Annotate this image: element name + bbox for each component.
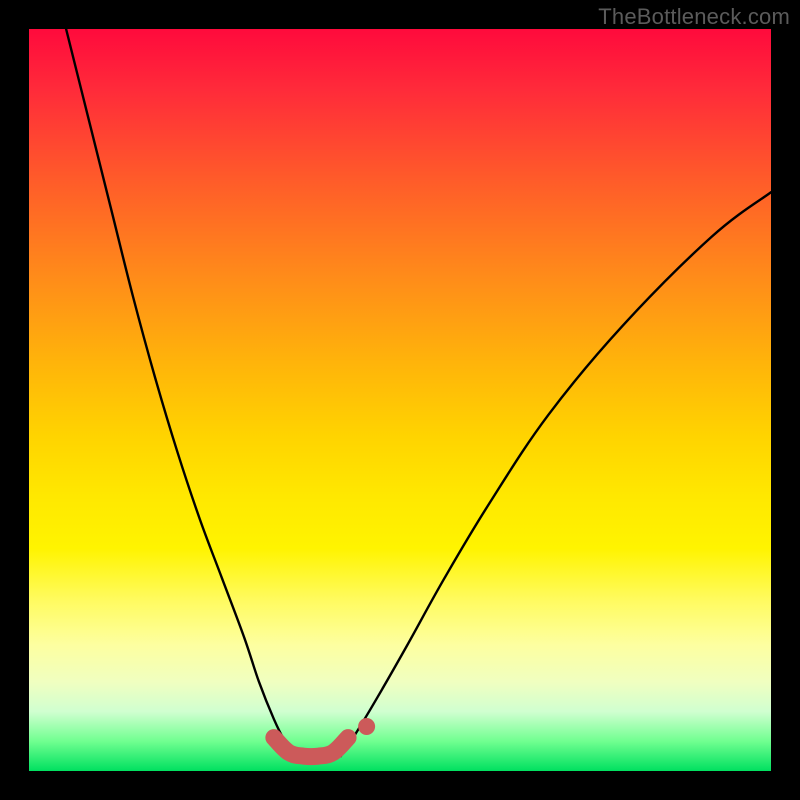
chart-frame: TheBottleneck.com — [0, 0, 800, 800]
chart-svg — [29, 29, 771, 771]
watermark-text: TheBottleneck.com — [598, 4, 790, 30]
left-curve — [66, 29, 296, 756]
marker-dot — [358, 718, 375, 735]
plot-area — [29, 29, 771, 771]
highlight-segment — [274, 738, 348, 757]
right-curve — [341, 192, 771, 756]
